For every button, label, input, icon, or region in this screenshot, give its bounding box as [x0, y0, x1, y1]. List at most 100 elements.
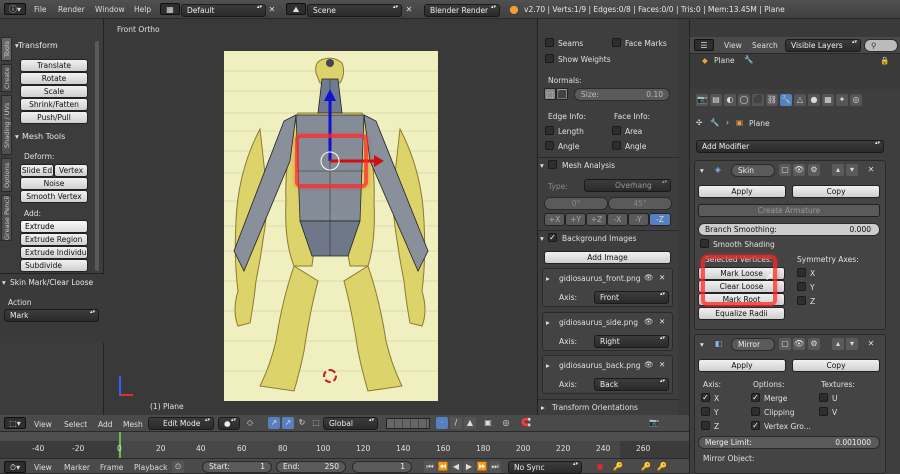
- viewport-3d[interactable]: Front Ortho (1) Plane: [105, 19, 537, 415]
- outliner-menu-view[interactable]: View: [724, 41, 742, 50]
- mirror-name-field[interactable]: Mirror: [731, 338, 775, 351]
- length-checkbox[interactable]: [545, 126, 554, 135]
- slide-vertex-button[interactable]: Vertex: [54, 164, 88, 177]
- editmode-toggle-icon[interactable]: ▢: [779, 164, 791, 176]
- layers-grid[interactable]: [386, 418, 430, 429]
- proportional-edit-icon[interactable]: ◎: [500, 417, 512, 429]
- outliner-menu-search[interactable]: Search: [752, 41, 778, 50]
- object-tab-icon[interactable]: ⬛: [752, 94, 764, 106]
- menu-help[interactable]: Help: [134, 5, 151, 14]
- axis-neg-z-button[interactable]: -Z: [649, 213, 671, 226]
- current-frame-field[interactable]: 1: [352, 461, 412, 473]
- tab-tools[interactable]: Tools: [1, 37, 12, 61]
- move-up-icon[interactable]: ▴: [832, 338, 844, 350]
- subdivide-button[interactable]: Subdivide: [20, 259, 88, 272]
- background-images-header[interactable]: ▾ ✓ Background Images: [538, 230, 679, 244]
- editmode-toggle-icon[interactable]: ▢: [779, 338, 791, 350]
- outliner-editor-icon[interactable]: ☰: [694, 39, 714, 51]
- menu-select[interactable]: Select: [64, 420, 87, 429]
- close-icon[interactable]: ✕: [659, 317, 665, 326]
- next-key-icon[interactable]: ⏩: [476, 461, 488, 473]
- close-icon[interactable]: ✕: [659, 273, 665, 282]
- background-images-checkbox[interactable]: ✓: [548, 233, 557, 242]
- edge-angle-checkbox[interactable]: [545, 141, 554, 150]
- outliner-display-select[interactable]: Visible Layers: [785, 39, 861, 52]
- layout-close-icon[interactable]: ✕: [266, 4, 278, 16]
- expand-arrow-icon[interactable]: ▸: [546, 318, 550, 327]
- merge-checkbox[interactable]: ✓: [751, 393, 760, 402]
- tool-shelf-scrollbar[interactable]: [95, 41, 99, 271]
- pivot-icon[interactable]: ◇: [244, 417, 256, 429]
- axis-pos-z-button[interactable]: +Z: [586, 213, 607, 226]
- mirror-x-checkbox[interactable]: ✓: [701, 393, 710, 402]
- eye-icon[interactable]: 👁: [644, 273, 654, 282]
- symmetry-z-checkbox[interactable]: [797, 296, 806, 305]
- extrude-region-button[interactable]: Extrude Region: [20, 233, 88, 246]
- extrude-button[interactable]: Extrude: [20, 220, 88, 233]
- timeline[interactable]: -40 -20 0 20 40 60 80 100 120 140 160 18…: [0, 432, 689, 458]
- create-armature-button[interactable]: Create Armature: [698, 204, 880, 217]
- tab-options[interactable]: Options: [1, 158, 12, 192]
- face-marks-checkbox[interactable]: [612, 38, 621, 47]
- collapse-arrow-icon[interactable]: ▾: [540, 234, 544, 243]
- range-max-field[interactable]: 45°: [608, 197, 672, 210]
- merge-limit-field[interactable]: Merge Limit: 0.001000: [698, 436, 880, 449]
- orientation-select[interactable]: Global: [323, 417, 378, 430]
- render-engine-select[interactable]: Blender Render: [424, 4, 500, 17]
- mode-select[interactable]: Edit Mode: [148, 417, 214, 430]
- eye-icon[interactable]: 👁: [644, 317, 654, 326]
- jump-start-icon[interactable]: ⏮: [424, 461, 436, 473]
- visibility-toggles[interactable]: 🔒: [880, 56, 889, 65]
- axis-pos-y-button[interactable]: +Y: [565, 213, 586, 226]
- layers-tab-icon[interactable]: ▤: [710, 94, 722, 106]
- render-toggle-icon[interactable]: 👁: [793, 164, 805, 176]
- end-frame-field[interactable]: End: 250: [276, 461, 346, 473]
- operator-header[interactable]: Skin Mark/Clear Loose: [10, 278, 93, 287]
- smooth-vertex-button[interactable]: Smooth Vertex: [20, 190, 88, 203]
- menu-file[interactable]: File: [34, 5, 47, 14]
- scene-icon[interactable]: ⛰: [286, 3, 306, 15]
- translate-button[interactable]: Translate: [20, 59, 88, 72]
- equalize-radii-button[interactable]: Equalize Radii: [698, 307, 785, 320]
- menu-add[interactable]: Add: [98, 420, 113, 429]
- analysis-type-select[interactable]: Overhang: [584, 179, 671, 192]
- face-normal-icon[interactable]: ⬛: [556, 88, 568, 100]
- menu-window[interactable]: Window: [95, 5, 125, 14]
- symmetry-x-checkbox[interactable]: [797, 268, 806, 277]
- prev-key-icon[interactable]: ⏪: [437, 461, 449, 473]
- mesh-analysis-checkbox[interactable]: [548, 160, 557, 169]
- pin-icon[interactable]: ✣: [696, 118, 702, 127]
- scene-tab-icon[interactable]: ◐: [724, 94, 736, 106]
- menu-render[interactable]: Render: [58, 5, 85, 14]
- timeline-menu-marker[interactable]: Marker: [64, 463, 90, 472]
- collapse-arrow-icon[interactable]: ▾: [540, 161, 544, 170]
- outliner-item-plane[interactable]: Plane: [714, 56, 735, 65]
- axis-pos-x-button[interactable]: +X: [544, 213, 565, 226]
- collapse-arrow-icon[interactable]: ▾: [700, 340, 704, 349]
- jump-end-icon[interactable]: ⏭: [489, 461, 501, 473]
- vertex-normal-icon[interactable]: ⬚: [544, 88, 556, 100]
- start-frame-field[interactable]: Start: 1: [202, 461, 272, 473]
- transform-panel-header[interactable]: Transform: [18, 41, 58, 50]
- editor-type-icon[interactable]: ⓘ▾: [4, 3, 26, 15]
- scale-manip-icon[interactable]: ⬚: [310, 417, 322, 429]
- skin-apply-button[interactable]: Apply: [698, 185, 786, 198]
- noise-button[interactable]: Noise: [20, 177, 88, 190]
- mesh-analysis-header[interactable]: ▾ Mesh Analysis: [538, 157, 679, 171]
- render-tab-icon[interactable]: 📷: [696, 94, 708, 106]
- world-tab-icon[interactable]: ◯: [738, 94, 750, 106]
- clipping-checkbox[interactable]: [751, 407, 760, 416]
- add-image-button[interactable]: Add Image: [544, 251, 671, 264]
- modifiers-tab-icon[interactable]: 🔧: [780, 94, 792, 106]
- tex-v-checkbox[interactable]: [819, 407, 828, 416]
- mirror-z-checkbox[interactable]: [701, 421, 710, 430]
- extrude-individual-button[interactable]: Extrude Individual: [20, 246, 88, 259]
- insert-key-icon[interactable]: 🔑: [640, 461, 652, 473]
- eye-icon[interactable]: 👁: [644, 360, 654, 369]
- axis-select[interactable]: Back: [594, 378, 669, 391]
- move-down-icon[interactable]: ▾: [846, 164, 858, 176]
- remove-modifier-icon[interactable]: ✕: [865, 164, 877, 176]
- tex-u-checkbox[interactable]: [819, 393, 828, 402]
- manipulator-icon[interactable]: ↗: [268, 417, 280, 429]
- snap-icon[interactable]: 🧲: [520, 417, 532, 429]
